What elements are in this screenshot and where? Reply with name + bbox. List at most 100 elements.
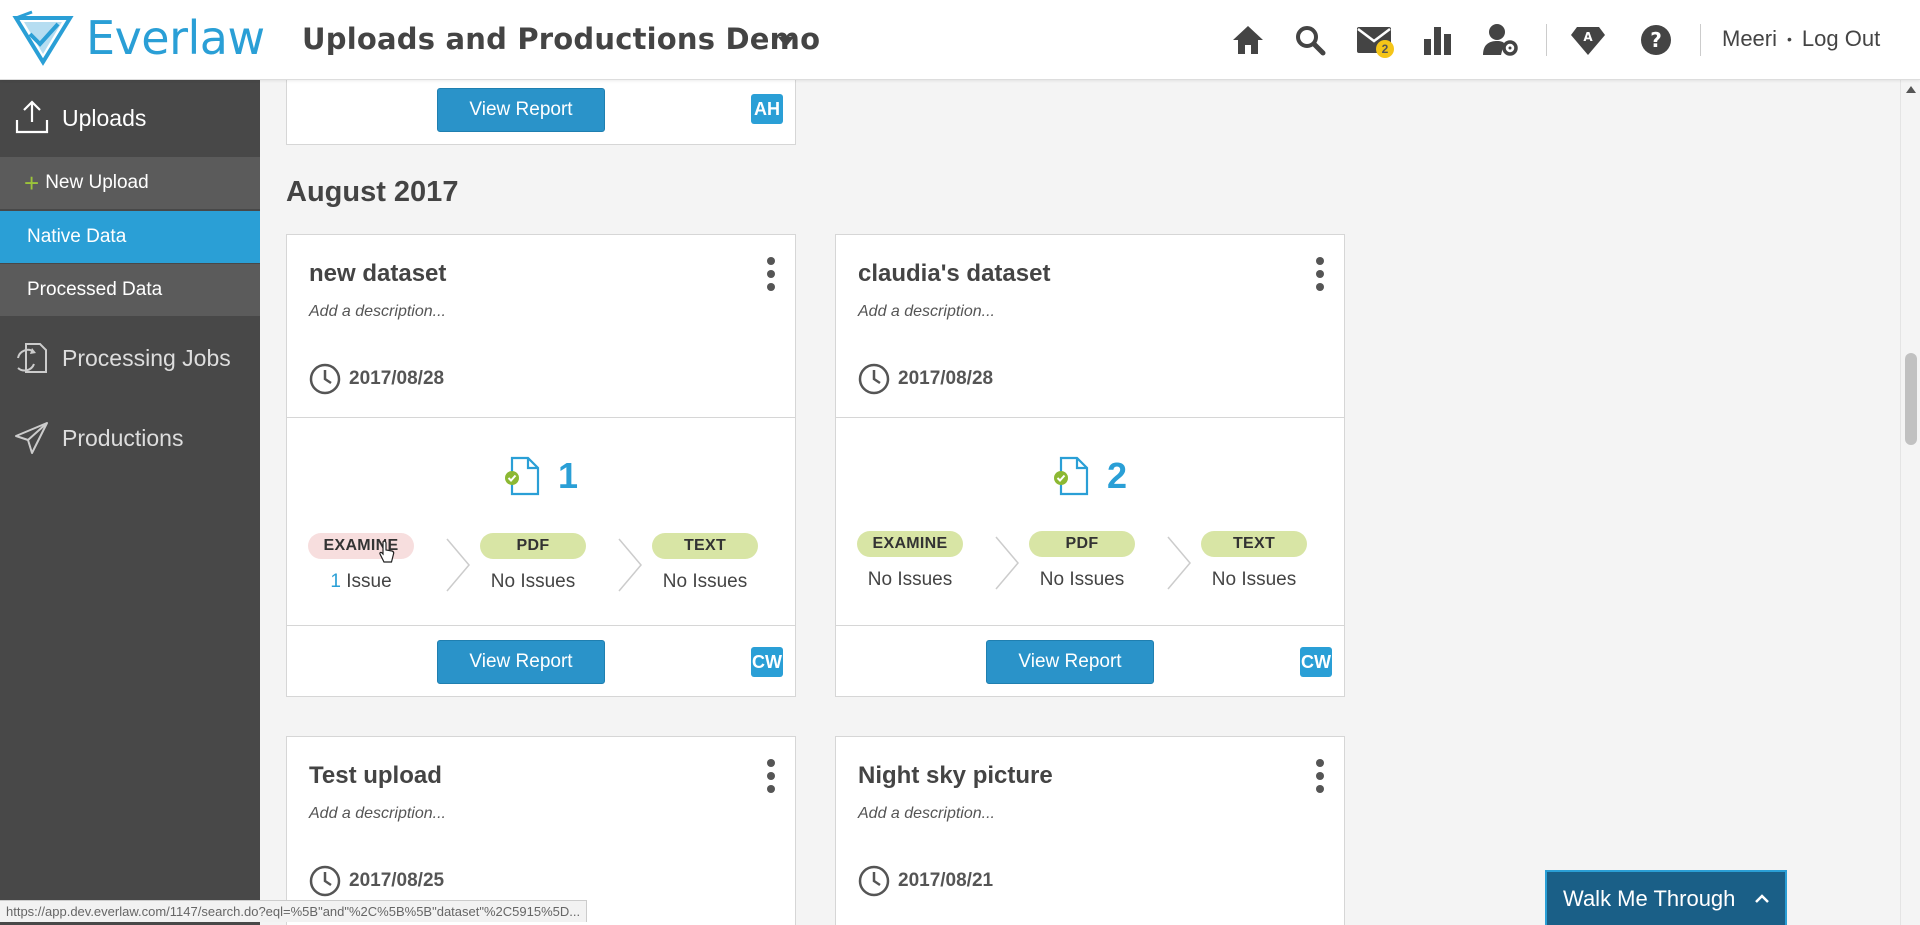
stage-status: No Issues bbox=[662, 571, 748, 592]
owner-initials-badge: CW bbox=[751, 647, 783, 677]
scroll-up-arrow-icon[interactable] bbox=[1906, 86, 1916, 93]
more-options-icon[interactable] bbox=[765, 257, 777, 291]
card-description[interactable]: Add a description... bbox=[858, 303, 995, 321]
document-count-value: 1 bbox=[557, 455, 579, 496]
sidebar-item-label: Processed Data bbox=[27, 279, 163, 300]
card-date-text: 2017/08/28 bbox=[349, 368, 445, 389]
mail-badge: 2 bbox=[1376, 40, 1394, 58]
project-dropdown-caret-icon[interactable] bbox=[774, 30, 798, 54]
main-content: View Report AH August 2017 new dataset A… bbox=[260, 80, 1900, 925]
user-separator: • bbox=[1787, 31, 1792, 47]
month-heading: August 2017 bbox=[286, 176, 459, 208]
stage-label: TEXT bbox=[652, 533, 758, 559]
view-report-button[interactable]: View Report bbox=[437, 88, 605, 132]
sidebar-item-processing-jobs[interactable]: Processing Jobs bbox=[0, 324, 260, 392]
view-report-button[interactable]: View Report bbox=[437, 640, 605, 684]
stage-status: No Issues bbox=[1211, 569, 1297, 590]
card-date: 2017/08/28 bbox=[309, 363, 444, 395]
card-title: new dataset bbox=[309, 260, 447, 287]
analytics-bar-chart-icon[interactable] bbox=[1416, 18, 1460, 62]
top-header: Everlaw Uploads and Productions Demo 2 A… bbox=[0, 0, 1920, 80]
sidebar-item-uploads[interactable]: Uploads bbox=[0, 80, 260, 156]
more-options-icon[interactable] bbox=[765, 759, 777, 793]
stage-pdf[interactable]: PDF No Issues bbox=[1002, 531, 1162, 591]
card-description[interactable]: Add a description... bbox=[309, 303, 446, 321]
sidebar-item-label: New Upload bbox=[45, 172, 149, 193]
issue-count[interactable]: 1 bbox=[330, 571, 341, 592]
admin-diamond-icon[interactable]: A bbox=[1566, 18, 1610, 62]
document-count[interactable]: 1 bbox=[287, 455, 795, 497]
sidebar-item-label: Processing Jobs bbox=[62, 344, 231, 371]
upload-card: Test upload Add a description... 2017/08… bbox=[286, 736, 796, 925]
stage-pdf[interactable]: PDF No Issues bbox=[453, 533, 613, 593]
sidebar-item-label: Native Data bbox=[27, 226, 127, 247]
card-date-text: 2017/08/28 bbox=[898, 368, 994, 389]
chevron-up-icon bbox=[1755, 893, 1770, 903]
card-divider bbox=[287, 417, 795, 418]
walk-me-through-button[interactable]: Walk Me Through bbox=[1545, 870, 1787, 925]
sidebar-item-label: Uploads bbox=[62, 104, 147, 131]
upload-icon bbox=[15, 100, 49, 134]
page-scrollbar[interactable] bbox=[1900, 80, 1920, 925]
sidebar-item-processed-data[interactable]: Processed Data bbox=[0, 264, 260, 316]
card-description[interactable]: Add a description... bbox=[858, 805, 995, 823]
stage-label: PDF bbox=[1029, 531, 1135, 557]
owner-initials-badge: AH bbox=[751, 94, 783, 124]
svg-text:?: ? bbox=[1650, 28, 1662, 52]
clock-icon bbox=[858, 363, 890, 395]
paper-plane-icon bbox=[15, 422, 48, 454]
document-count[interactable]: 2 bbox=[836, 455, 1344, 497]
svg-text:A: A bbox=[1583, 30, 1593, 44]
stage-status-text: Issue bbox=[346, 571, 392, 592]
stage-text[interactable]: TEXT No Issues bbox=[625, 533, 785, 593]
logo-text: Everlaw bbox=[86, 11, 265, 65]
card-title: Test upload bbox=[309, 762, 442, 789]
card-description[interactable]: Add a description... bbox=[309, 805, 446, 823]
plus-icon: + bbox=[24, 168, 40, 198]
document-check-icon bbox=[504, 456, 540, 496]
sidebar-item-new-upload[interactable]: + New Upload bbox=[0, 157, 260, 209]
stage-examine[interactable]: EXAMINE 1 Issue bbox=[281, 533, 441, 593]
owner-initials-badge: CW bbox=[1300, 647, 1332, 677]
clock-icon bbox=[858, 865, 890, 897]
card-date: 2017/08/21 bbox=[858, 865, 993, 897]
stage-text[interactable]: TEXT No Issues bbox=[1174, 531, 1334, 591]
scroll-thumb[interactable] bbox=[1905, 353, 1917, 445]
view-report-button[interactable]: View Report bbox=[986, 640, 1154, 684]
card-date-text: 2017/08/21 bbox=[898, 870, 994, 891]
more-options-icon[interactable] bbox=[1314, 759, 1326, 793]
user-settings-icon[interactable] bbox=[1479, 18, 1523, 62]
sidebar: Uploads + New Upload Native Data Process… bbox=[0, 80, 260, 925]
project-title[interactable]: Uploads and Productions Demo bbox=[302, 22, 820, 56]
walkme-label: Walk Me Through bbox=[1563, 885, 1736, 911]
sidebar-item-productions[interactable]: Productions bbox=[0, 404, 260, 472]
upload-card: claudia's dataset Add a description... 2… bbox=[835, 234, 1345, 697]
stage-status: No Issues bbox=[490, 571, 576, 592]
card-date: 2017/08/25 bbox=[309, 865, 444, 897]
more-options-icon[interactable] bbox=[1314, 257, 1326, 291]
stage-examine[interactable]: EXAMINE No Issues bbox=[830, 531, 990, 591]
stage-label: PDF bbox=[480, 533, 586, 559]
search-icon[interactable] bbox=[1288, 18, 1332, 62]
header-separator bbox=[1546, 24, 1547, 56]
logout-link[interactable]: Log Out bbox=[1802, 26, 1880, 52]
clock-icon bbox=[309, 363, 341, 395]
card-divider bbox=[836, 625, 1344, 626]
everlaw-logo-icon bbox=[12, 10, 74, 66]
clock-icon bbox=[309, 865, 341, 897]
help-icon[interactable]: ? bbox=[1634, 18, 1678, 62]
home-icon[interactable] bbox=[1226, 18, 1270, 62]
card-divider bbox=[836, 417, 1344, 418]
upload-card-previous: View Report AH bbox=[286, 80, 796, 145]
card-title: Night sky picture bbox=[858, 762, 1053, 789]
upload-card: Night sky picture Add a description... 2… bbox=[835, 736, 1345, 925]
everlaw-logo[interactable]: Everlaw bbox=[12, 10, 265, 66]
sidebar-item-native-data[interactable]: Native Data bbox=[0, 211, 260, 263]
card-date: 2017/08/28 bbox=[858, 363, 993, 395]
sidebar-item-label: Productions bbox=[62, 424, 184, 451]
header-separator bbox=[1700, 24, 1701, 56]
user-name[interactable]: Meeri bbox=[1722, 26, 1777, 52]
mail-icon[interactable]: 2 bbox=[1352, 18, 1396, 62]
stage-label: EXAMINE bbox=[308, 533, 414, 559]
upload-card: new dataset Add a description... 2017/08… bbox=[286, 234, 796, 697]
